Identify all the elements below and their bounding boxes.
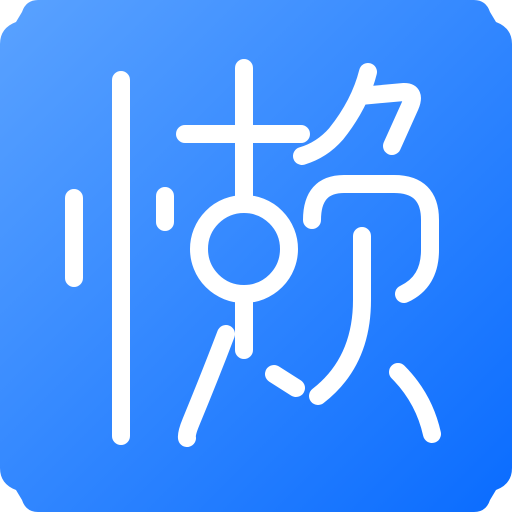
lan-glyph-logo (65, 59, 441, 447)
shu-circle (190, 195, 298, 303)
fu-top-bar (351, 83, 421, 155)
fu-top-hook (293, 63, 377, 165)
shu-right-dot (265, 365, 305, 397)
app-icon[interactable]: 懒 (0, 0, 512, 512)
fu-right-leg (389, 363, 441, 443)
shu-left-sweep (177, 325, 235, 447)
fu-inner-stroke (309, 227, 371, 405)
